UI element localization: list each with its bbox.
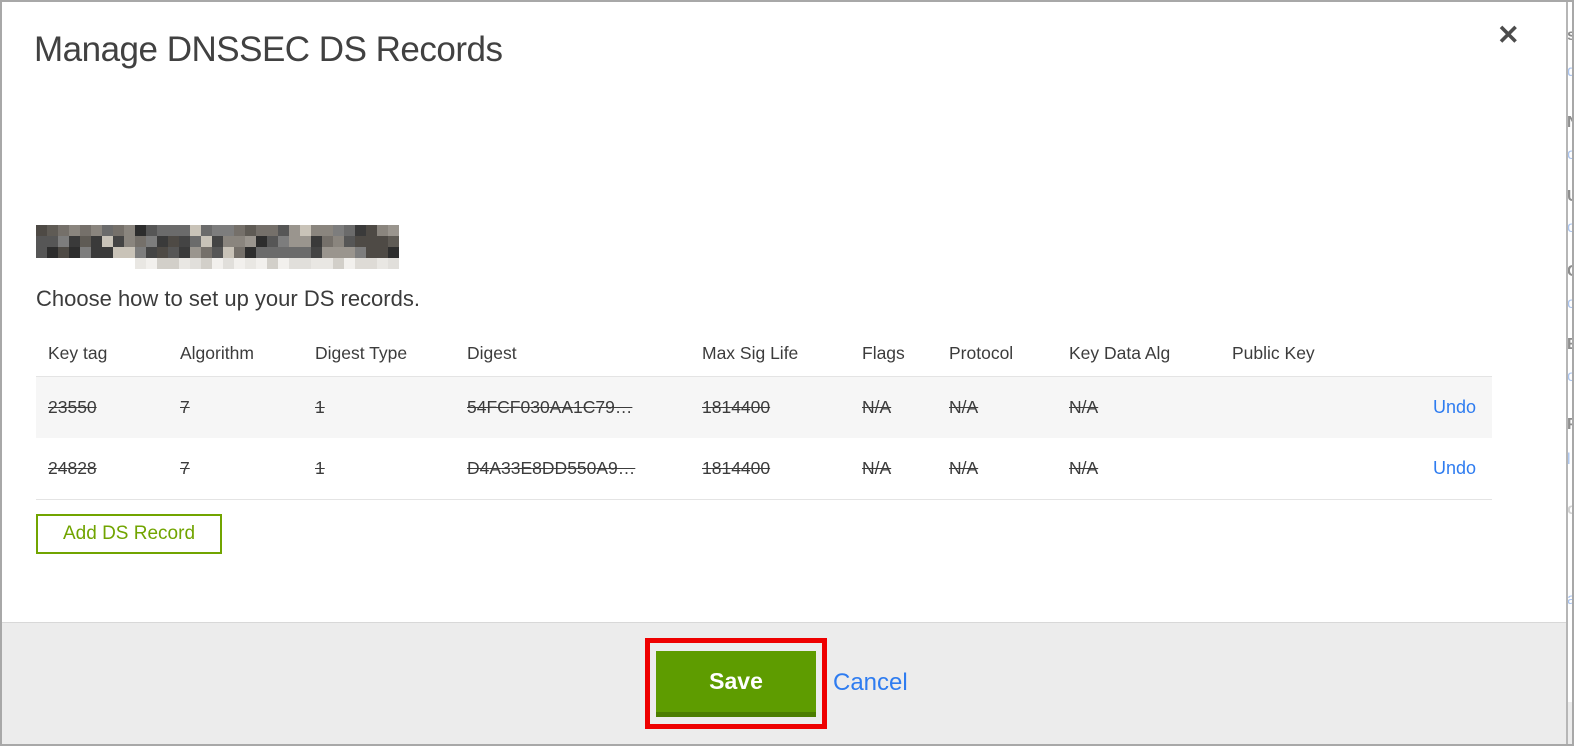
header-algorithm: Algorithm [180, 342, 254, 363]
cell-key-tag: 24828 [48, 458, 97, 478]
header-digest: Digest [467, 342, 517, 363]
cell-algorithm: 7 [180, 397, 190, 417]
background-text-fragment: P [1568, 416, 1574, 433]
table-row: 23550 7 1 54FCF030AA1C79… 1814400 N/A N/… [36, 377, 1492, 438]
cell-protocol: N/A [949, 397, 979, 417]
background-text-fragment: o [1568, 219, 1574, 236]
cell-algorithm: 7 [180, 458, 190, 478]
background-text-fragment: N [1568, 114, 1574, 131]
cell-key-data-alg: N/A [1069, 458, 1099, 478]
annotation-highlight-box: Save [645, 638, 827, 729]
background-text-fragment: a [1568, 591, 1574, 608]
cell-key-tag: 23550 [48, 397, 97, 417]
header-key-data-alg: Key Data Alg [1069, 342, 1171, 363]
cell-protocol: N/A [949, 458, 979, 478]
background-text-fragment: s [1568, 27, 1574, 44]
save-button[interactable]: Save [656, 650, 816, 717]
background-text-fragment: l [1568, 451, 1571, 468]
header-protocol: Protocol [949, 342, 1014, 363]
cell-digest: D4A33E8DD550A9… [467, 458, 636, 478]
table-body: 23550 7 1 54FCF030AA1C79… 1814400 N/A N/… [36, 376, 1492, 500]
cancel-link[interactable]: Cancel [833, 669, 908, 697]
undo-link[interactable]: Undo [1433, 458, 1476, 478]
header-key-tag: Key tag [48, 342, 108, 363]
ds-records-table: Key tag Algorithm Digest Type Digest Max… [36, 330, 1492, 500]
header-public-key: Public Key [1232, 342, 1315, 363]
add-ds-record-button[interactable]: Add DS Record [36, 514, 223, 554]
background-text-fragment: o [1568, 501, 1574, 518]
table-row: 24828 7 1 D4A33E8DD550A9… 1814400 N/A N/… [36, 438, 1492, 499]
background-page-sliver: sdNoUoCoEoPloa [1568, 0, 1574, 746]
cell-key-data-alg: N/A [1069, 397, 1099, 417]
header-digest-type: Digest Type [315, 342, 408, 363]
background-text-fragment: E [1568, 336, 1574, 353]
cell-digest-type: 1 [315, 458, 325, 478]
header-flags: Flags [862, 342, 905, 363]
background-text-fragment: d [1568, 63, 1574, 80]
background-text-fragment: C [1568, 263, 1574, 280]
cell-max-sig-life: 1814400 [702, 458, 771, 478]
screenshot-root: Manage DNSSEC DS Records ✕ Choose how to… [0, 0, 1574, 746]
page-title: Manage DNSSEC DS Records [34, 30, 503, 69]
table-header-row: Key tag Algorithm Digest Type Digest Max… [36, 330, 1492, 376]
redacted-domain-name [36, 225, 399, 270]
cell-digest-type: 1 [315, 397, 325, 417]
cell-digest: 54FCF030AA1C79… [467, 397, 633, 417]
cell-flags: N/A [862, 397, 892, 417]
cell-flags: N/A [862, 458, 892, 478]
undo-link[interactable]: Undo [1433, 397, 1476, 417]
cell-max-sig-life: 1814400 [702, 397, 771, 417]
dnssec-modal: Manage DNSSEC DS Records ✕ Choose how to… [0, 0, 1566, 746]
close-icon[interactable]: ✕ [1497, 22, 1520, 49]
background-text-fragment: U [1568, 188, 1574, 205]
background-text-fragment: o [1568, 146, 1574, 163]
instruction-text: Choose how to set up your DS records. [36, 286, 420, 311]
header-max-sig-life: Max Sig Life [702, 342, 799, 363]
background-page-footer [1568, 702, 1574, 746]
background-text-fragment: o [1568, 368, 1574, 385]
modal-footer: Save Cancel [0, 622, 1566, 746]
modal-right-border [1566, 0, 1568, 746]
background-text-fragment: o [1568, 295, 1574, 312]
